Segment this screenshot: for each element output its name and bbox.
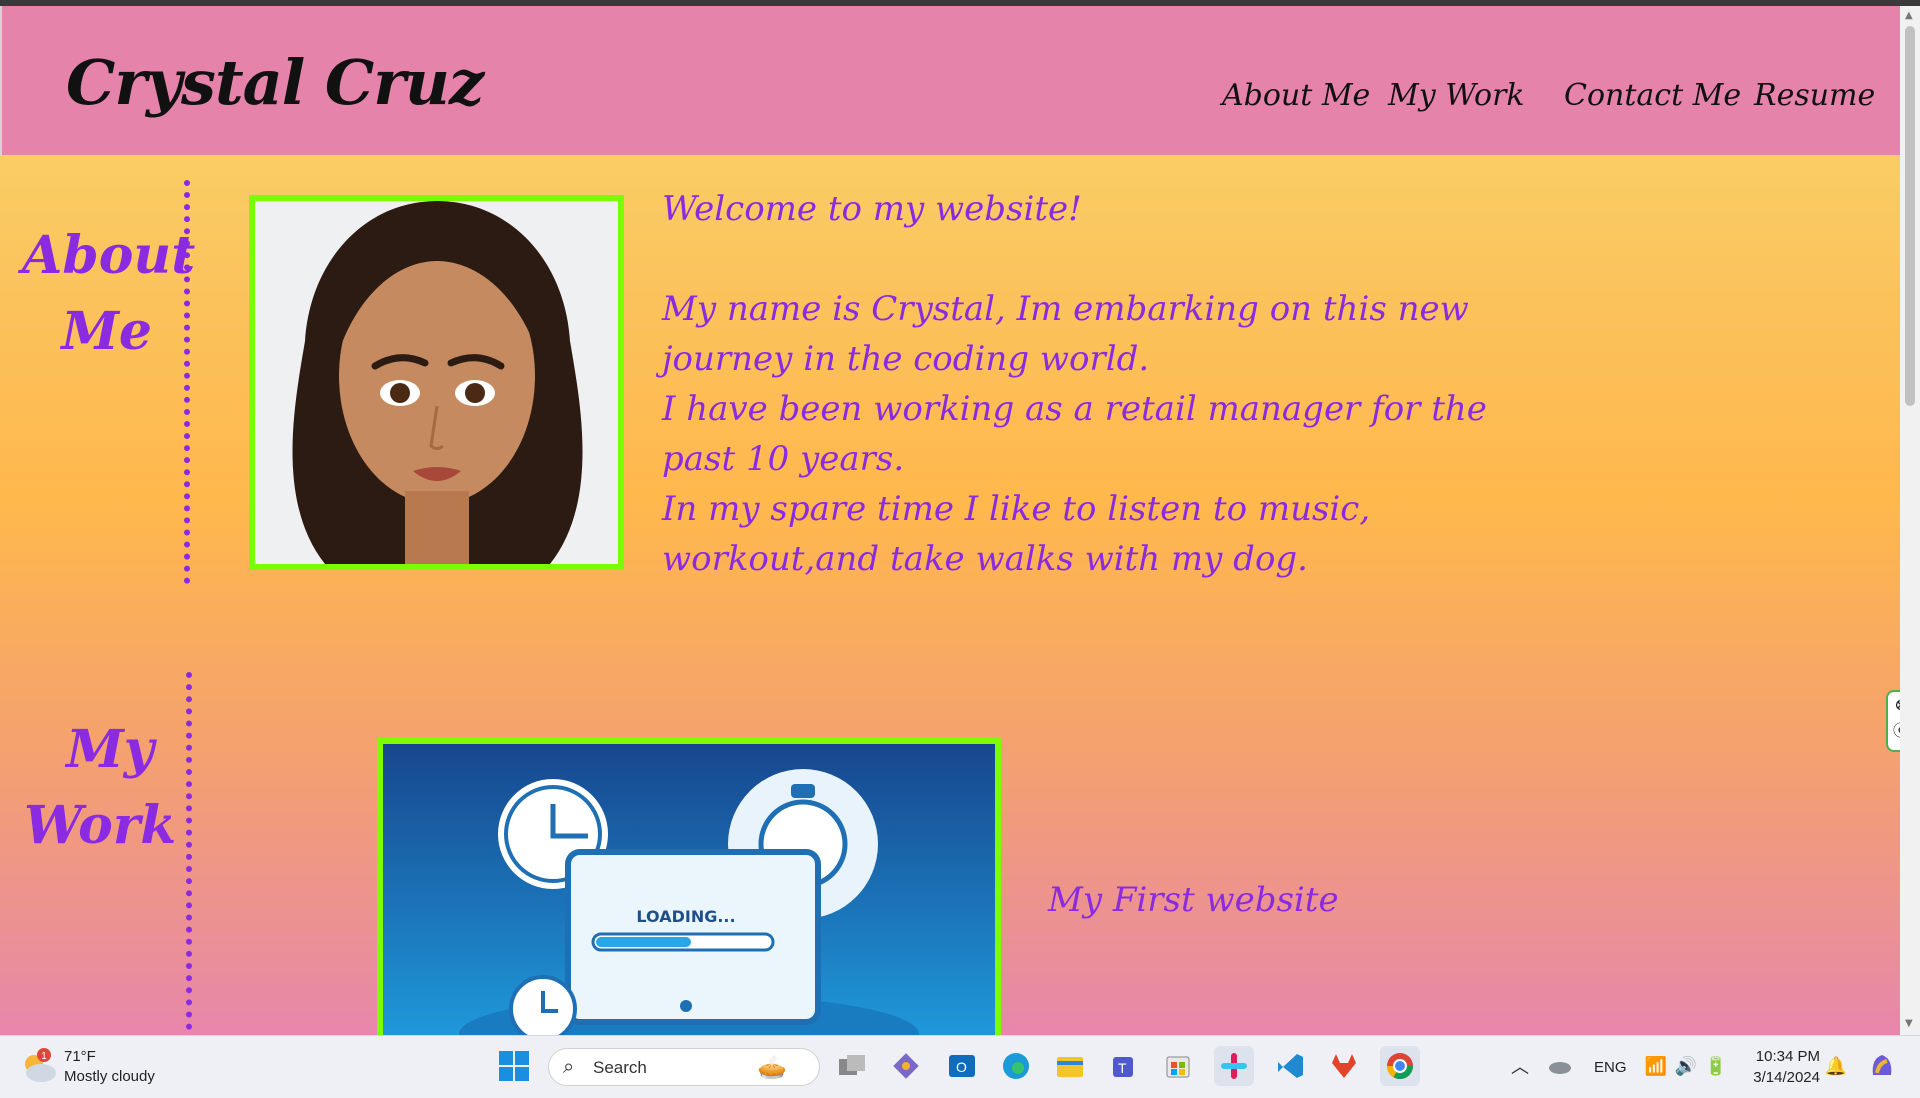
nav-resume[interactable]: Resume [1754, 78, 1875, 113]
vscode-icon[interactable] [1270, 1046, 1310, 1086]
about-title-line2: Me [61, 301, 152, 362]
microsoft-store-icon[interactable] [1158, 1046, 1198, 1086]
profile-avatar-frame [249, 195, 624, 570]
outlook-icon[interactable]: O [942, 1046, 982, 1086]
about-title-line1: About [22, 225, 196, 286]
onedrive-icon[interactable] [1540, 1046, 1580, 1086]
show-hidden-icons-chevron-icon[interactable]: ︿ [1500, 1046, 1540, 1086]
edge-icon[interactable] [996, 1046, 1036, 1086]
profile-avatar [255, 201, 618, 564]
search-highlight-pie-icon: 🥧 [757, 1054, 787, 1081]
teams-icon[interactable]: T [1104, 1046, 1144, 1086]
browser-top-edge [0, 0, 1920, 6]
search-label: Search [593, 1058, 647, 1077]
nav-my-work[interactable]: My Work [1388, 78, 1525, 113]
weather-badge: 1 [41, 1051, 47, 1062]
scroll-thumb[interactable] [1905, 26, 1915, 406]
work-divider [186, 672, 192, 1035]
taskbar-clock[interactable]: 10:34 PM 3/14/2024 [1740, 1046, 1820, 1088]
weather-condition: Mostly cloudy [64, 1068, 155, 1085]
copilot-icon[interactable] [1862, 1046, 1902, 1086]
svg-text:O: O [956, 1059, 967, 1075]
clock-time: 10:34 PM [1755, 1048, 1820, 1065]
close-icon[interactable]: ⊗ [1888, 692, 1900, 718]
about-paragraph-2: I have been working as a retail manager … [662, 389, 1487, 479]
search-icon: ⌕ [563, 1056, 575, 1078]
loading-label: LOADING... [636, 907, 735, 926]
chrome-icon[interactable] [1380, 1046, 1420, 1086]
welcome-heading: Welcome to my website! [662, 189, 1082, 229]
about-divider [184, 180, 190, 584]
scroll-down-arrow-icon[interactable]: ▼ [1905, 1018, 1913, 1029]
file-explorer-icon[interactable] [1050, 1046, 1090, 1086]
project-thumbnail: LOADING... [383, 744, 995, 1035]
extension-e-icon[interactable]: ⓔ [1888, 718, 1900, 744]
weather-widget[interactable]: 1 71°F Mostly cloudy [20, 1048, 155, 1091]
windows-start-icon[interactable] [494, 1046, 534, 1086]
svg-text:T: T [1118, 1060, 1127, 1076]
about-paragraph-3: In my spare time I like to listen to mus… [662, 489, 1371, 579]
weather-cloud-icon: 1 [25, 1048, 56, 1082]
taskbar-search[interactable]: ⌕ Search 🥧 [548, 1048, 820, 1086]
work-title-line2: Work [24, 795, 177, 856]
git-app-icon[interactable] [886, 1046, 926, 1086]
project-thumbnail-frame[interactable]: LOADING... [377, 738, 1001, 1035]
work-title-line1: My [66, 719, 154, 780]
windows-taskbar: 1 71°F Mostly cloudy ⌕ Search 🥧 O T ︿ EN… [0, 1035, 1920, 1098]
work-section-title: My Work [24, 712, 177, 864]
battery-icon[interactable]: 🔋 [1696, 1046, 1736, 1086]
weather-temperature: 71°F [64, 1048, 96, 1065]
nav-contact-me[interactable]: Contact Me [1564, 78, 1741, 113]
scroll-up-arrow-icon[interactable]: ▲ [1905, 10, 1913, 21]
language-indicator[interactable]: ENG [1594, 1059, 1627, 1076]
notification-bell-icon[interactable]: 🔔 [1816, 1046, 1856, 1086]
page-viewport: Crystal Cruz About Me My Work Contact Me… [0, 0, 1900, 1035]
page-scrollbar[interactable]: ▲ ▼ [1900, 6, 1920, 1035]
about-section-title: About Me [22, 218, 196, 370]
gitlab-icon[interactable] [1324, 1046, 1364, 1086]
clock-date: 3/14/2024 [1753, 1069, 1820, 1086]
slack-icon[interactable] [1214, 1046, 1254, 1086]
side-extension-widget[interactable]: ⊗ ⓔ [1886, 690, 1900, 752]
site-brand[interactable]: Crystal Cruz [66, 46, 484, 119]
site-header: Crystal Cruz About Me My Work Contact Me… [0, 6, 1900, 155]
about-text: Welcome to my website! My name is Crysta… [662, 184, 1562, 584]
project-caption[interactable]: My First website [1048, 880, 1339, 920]
task-view-icon[interactable] [832, 1046, 872, 1086]
about-paragraph-1: My name is Crystal, Im embarking on this… [662, 289, 1469, 379]
nav-about-me[interactable]: About Me [1222, 78, 1370, 113]
